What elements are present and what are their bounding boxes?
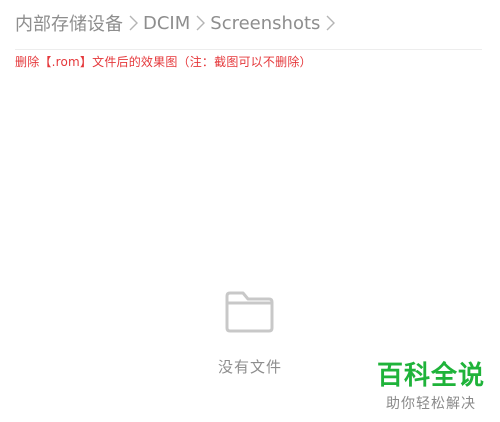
breadcrumb-item-screenshots[interactable]: Screenshots (210, 13, 320, 34)
empty-state-text: 没有文件 (217, 358, 282, 376)
chevron-right-icon (193, 13, 207, 33)
watermark-logo: 百科全说 助你轻松解决 (372, 360, 490, 414)
watermark-brand: 百科全说 (376, 361, 485, 391)
annotation-caption: 删除【.rom】文件后的效果图（注：截图可以不删除） (15, 55, 312, 69)
watermark-slogan: 助你轻松解决 (386, 396, 476, 412)
chevron-right-icon (323, 13, 337, 33)
folder-icon (225, 291, 274, 333)
breadcrumb-item-dcim[interactable]: DCIM (143, 13, 190, 34)
header-divider (15, 49, 482, 50)
breadcrumb: 内部存储设备 DCIM Screenshots (15, 10, 340, 36)
breadcrumb-item-internal-storage[interactable]: 内部存储设备 (15, 10, 123, 36)
chevron-right-icon (126, 13, 140, 33)
